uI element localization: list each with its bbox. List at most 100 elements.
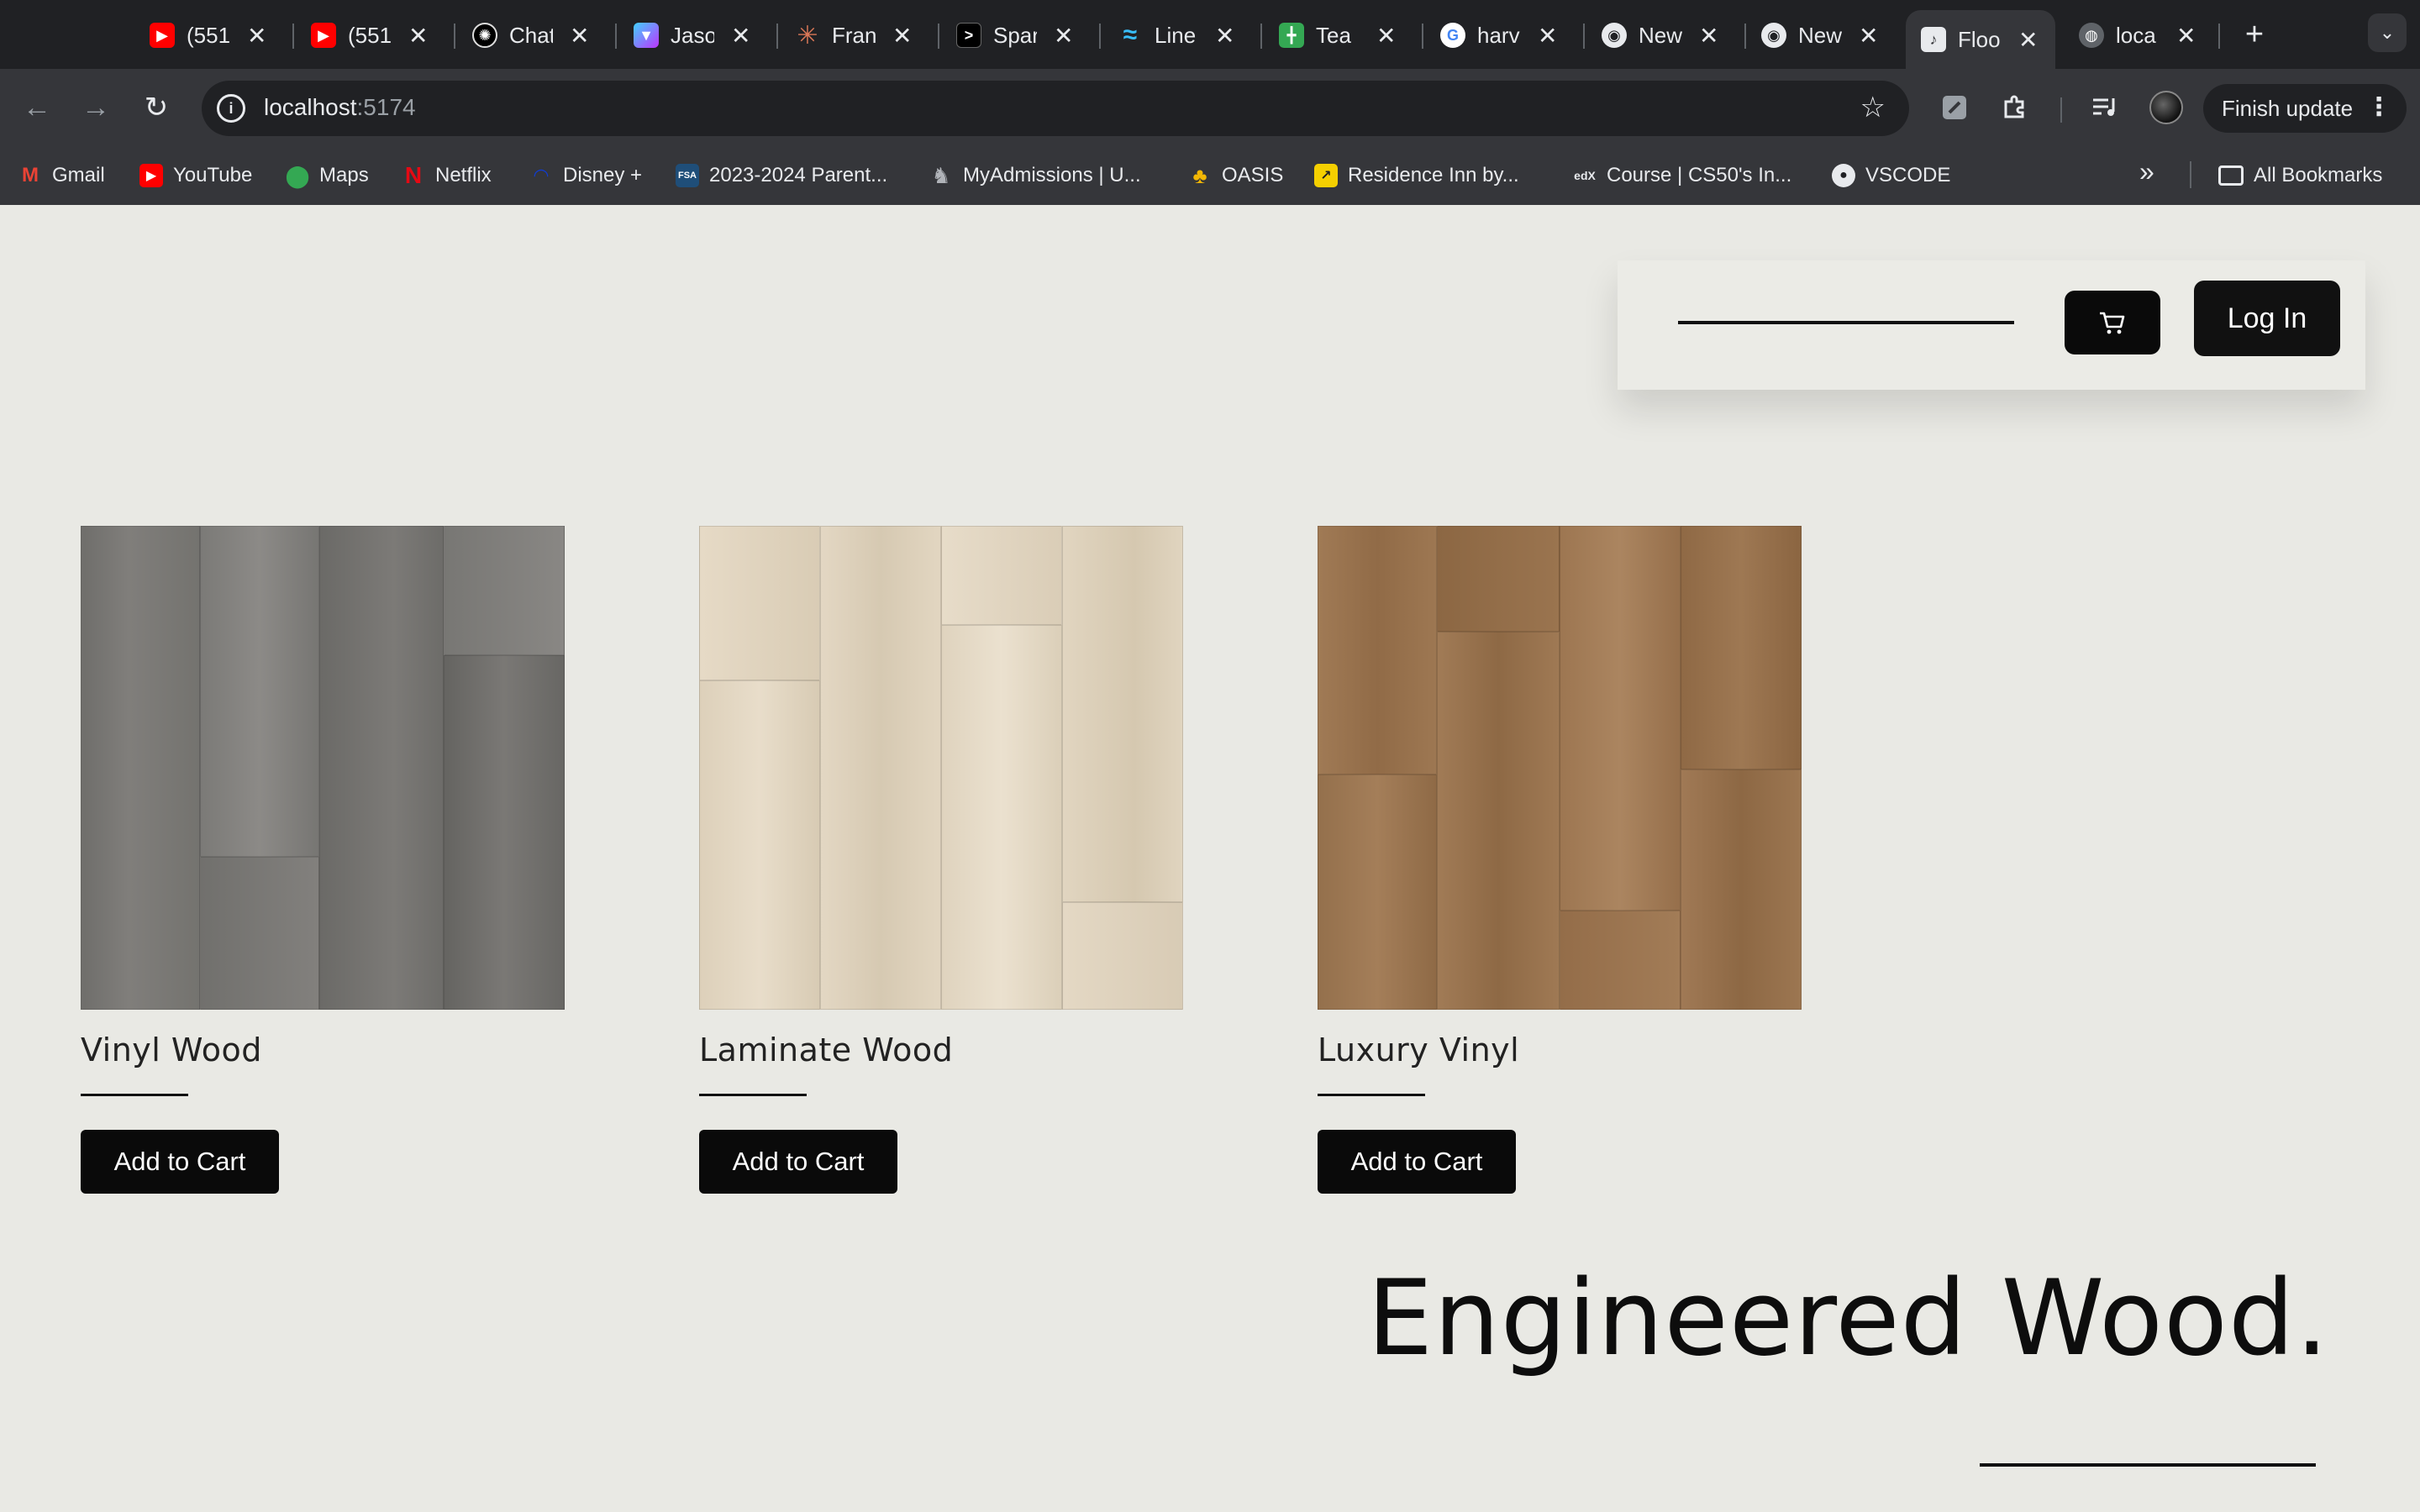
bookmark-star-icon[interactable]: ☆: [1860, 91, 1886, 124]
product-name: Luxury Vinyl: [1318, 1032, 1520, 1068]
tab-claude[interactable]: ✳ Fran ✕: [795, 10, 912, 60]
tab-separator: [1583, 24, 1585, 49]
close-icon[interactable]: ✕: [892, 22, 912, 50]
admissions-icon: ♞: [931, 162, 951, 188]
close-icon[interactable]: ✕: [1699, 22, 1718, 50]
bookmark-maps[interactable]: ⬤ Maps: [285, 161, 368, 190]
browser-chrome: ▶ (551 ✕ ▶ (551 ✕ ✺ Chat ✕ ▼ Jaso ✕ ✳ Fr…: [0, 0, 2420, 205]
new-tab-plus-icon[interactable]: +: [2233, 13, 2275, 55]
tailwind-icon: ≈: [1123, 21, 1138, 49]
tab-terminal[interactable]: > Spar ✕: [956, 10, 1073, 60]
claude-icon: ✳: [797, 21, 818, 50]
tab-new-2[interactable]: ◉ New ✕: [1761, 10, 1878, 60]
bookmark-oasis[interactable]: ♣ OASIS: [1188, 161, 1283, 190]
profile-avatar[interactable]: [2149, 91, 2183, 124]
search-input[interactable]: [1678, 321, 2014, 324]
tab-search-chevron-icon[interactable]: ⌄: [2368, 13, 2407, 52]
product-image-vinyl-wood[interactable]: [81, 526, 565, 1010]
close-icon[interactable]: ✕: [2018, 26, 2038, 54]
close-icon[interactable]: ✕: [1215, 22, 1234, 50]
product-image-laminate-wood[interactable]: [699, 526, 1183, 1010]
cart-icon: [2100, 312, 2125, 334]
bookmark-myadmissions[interactable]: ♞ MyAdmissions | U...: [929, 161, 1141, 190]
tab-title: New: [1798, 22, 1842, 48]
tab-title: Jaso: [671, 22, 714, 48]
tab-youtube-1[interactable]: ▶ (551 ✕: [150, 10, 266, 60]
tab-chatgpt[interactable]: ✺ Chat ✕: [472, 10, 589, 60]
netflix-icon: N: [404, 162, 423, 188]
close-icon[interactable]: ✕: [408, 22, 428, 50]
more-bookmarks-chevron-icon[interactable]: »: [2139, 156, 2154, 187]
all-bookmarks[interactable]: All Bookmarks: [2218, 161, 2382, 190]
back-arrow-icon[interactable]: ←: [17, 87, 57, 128]
bookmark-label: Gmail: [52, 164, 105, 186]
tab-vite[interactable]: ▼ Jaso ✕: [634, 10, 750, 60]
bookmark-cs50[interactable]: edX Course | CS50's In...: [1573, 161, 1791, 190]
close-icon[interactable]: ✕: [1538, 22, 1557, 50]
close-icon[interactable]: ✕: [1376, 22, 1396, 50]
close-icon[interactable]: ✕: [1054, 22, 1073, 50]
bookmark-residence-inn[interactable]: ↗ Residence Inn by...: [1314, 161, 1519, 190]
chatgpt-icon: ✺: [472, 23, 497, 48]
bookmark-label: OASIS: [1222, 164, 1284, 186]
media-controls-icon[interactable]: [2086, 87, 2126, 128]
bookmark-fsa[interactable]: FSA 2023-2024 Parent...: [676, 161, 887, 190]
address-url[interactable]: localhost:5174: [264, 94, 416, 121]
tab-new-1[interactable]: ◉ New ✕: [1602, 10, 1718, 60]
bookmark-youtube[interactable]: ▶ YouTube: [139, 161, 252, 190]
bookmark-label: MyAdmissions | U...: [963, 164, 1141, 186]
bookmark-label: 2023-2024 Parent...: [709, 164, 888, 186]
palm-tree-icon: ♣: [1192, 162, 1207, 188]
bookmark-disney[interactable]: ◠ Disney +: [529, 161, 643, 190]
add-to-cart-button[interactable]: Add to Cart: [81, 1130, 279, 1194]
bookmark-netflix[interactable]: N Netflix: [402, 161, 492, 190]
address-bar[interactable]: i localhost:5174 ☆: [202, 81, 1909, 136]
tab-sheets[interactable]: ╋ Tea ✕: [1279, 10, 1396, 60]
forward-arrow-icon[interactable]: →: [76, 87, 116, 128]
tab-youtube-2[interactable]: ▶ (551 ✕: [311, 10, 428, 60]
tab-tailwind[interactable]: ≈ Line ✕: [1118, 10, 1235, 60]
tab-flooring-active[interactable]: ♪ Floo ✕: [1906, 10, 2055, 69]
bookmark-gmail[interactable]: M Gmail: [18, 161, 105, 190]
tab-separator: [1422, 24, 1423, 49]
youtube-icon: ▶: [311, 23, 336, 48]
tab-localhost[interactable]: ◍ loca ✕: [2079, 10, 2196, 60]
bookmark-vscode[interactable]: ● VSCODE: [1832, 161, 1950, 190]
cart-button[interactable]: [2065, 291, 2160, 354]
extensions-puzzle-icon[interactable]: [1995, 87, 2035, 128]
add-to-cart-button[interactable]: Add to Cart: [1318, 1130, 1516, 1194]
more-vertical-icon[interactable]: ⋮: [2366, 92, 2391, 122]
close-icon[interactable]: ✕: [731, 22, 750, 50]
tab-separator: [1744, 24, 1746, 49]
folder-icon: [2218, 165, 2244, 186]
residence-icon: ↗: [1314, 164, 1338, 187]
product-card-vinyl-wood: Vinyl Wood Add to Cart: [81, 526, 565, 1194]
tab-title: Chat: [509, 22, 553, 48]
browser-toolbar: ← → ↻ i localhost:5174 ☆ Finish update ⋮: [0, 69, 2420, 146]
reload-icon[interactable]: ↻: [136, 87, 176, 128]
page-content: Log In Vinyl Wood Add to Cart Laminate W…: [0, 205, 2420, 1512]
close-icon[interactable]: ✕: [247, 22, 266, 50]
site-info-icon[interactable]: i: [217, 94, 245, 123]
bookmark-label: Netflix: [435, 164, 492, 186]
finish-update-button[interactable]: Finish update ⋮: [2203, 84, 2407, 133]
tab-google[interactable]: G harv ✕: [1440, 10, 1557, 60]
vite-icon: ▼: [634, 23, 659, 48]
youtube-icon: ▶: [139, 164, 163, 187]
add-to-cart-button[interactable]: Add to Cart: [699, 1130, 897, 1194]
close-icon[interactable]: ✕: [2176, 22, 2196, 50]
url-host: localhost: [264, 94, 357, 120]
youtube-icon: ▶: [150, 23, 175, 48]
login-button[interactable]: Log In: [2194, 281, 2340, 356]
tab-title: Floo: [1958, 26, 2001, 52]
product-image-luxury-vinyl[interactable]: [1318, 526, 1802, 1010]
extension-icon[interactable]: [1934, 87, 1975, 128]
tab-title: New: [1639, 22, 1682, 48]
product-name-underline: [699, 1094, 807, 1096]
product-card-luxury-vinyl: Luxury Vinyl Add to Cart: [1318, 526, 1802, 1194]
close-icon[interactable]: ✕: [1859, 22, 1878, 50]
tab-separator: [1099, 24, 1101, 49]
sheets-icon: ╋: [1279, 23, 1304, 48]
tab-title: Line: [1155, 22, 1197, 48]
close-icon[interactable]: ✕: [570, 22, 589, 50]
